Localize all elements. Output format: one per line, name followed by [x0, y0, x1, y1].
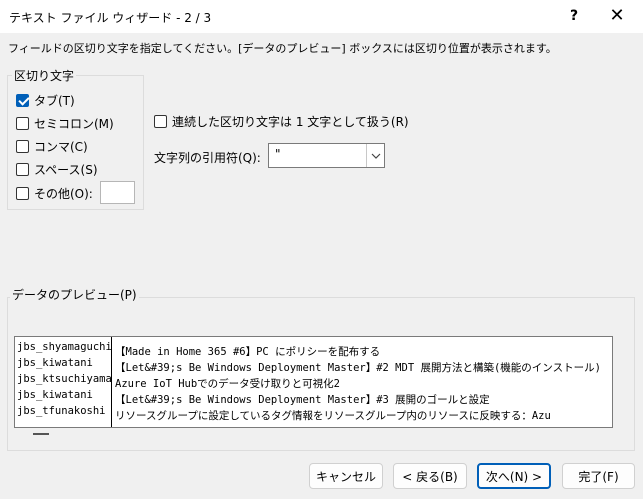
window-title: テキスト ファイル ウィザード - 2 / 3 [9, 11, 212, 25]
preview-cell-title: リソースグループに設定しているタグ情報をリソースグループ内のリソースに反映する：… [115, 410, 551, 422]
other-delimiter-input[interactable] [100, 181, 135, 204]
next-button[interactable]: 次へ(N) > [477, 463, 551, 489]
text-qualifier-value: " [275, 147, 281, 161]
preview-row: jbs_kiwatani 【Let&#39;s Be Windows Deploy… [17, 355, 601, 374]
horizontal-scrollbar-thumb[interactable] [33, 433, 49, 435]
help-button[interactable]: ? [562, 4, 586, 28]
tab-checkbox-label: タブ(T) [34, 93, 75, 108]
comma-checkbox[interactable] [16, 139, 29, 153]
preview-row: jbs_tfunakoshi リソースグループに設定しているタグ情報をリソースグル… [17, 403, 551, 422]
finish-button[interactable]: 完了(F) [562, 463, 635, 489]
preview-group-legend: データのプレビュー(P) [10, 286, 139, 303]
preview-cell-user: jbs_ktsuchiyama [17, 373, 111, 385]
text-qualifier-label: 文字列の引用符(Q): [154, 151, 261, 165]
consecutive-checkbox[interactable] [154, 114, 167, 128]
preview-cell-user: jbs_kiwatani [17, 389, 93, 401]
semicolon-checkbox[interactable] [16, 116, 29, 130]
preview-row: jbs_ktsuchiyama Azure IoT Hubでのデータ受け取りと可視… [17, 371, 340, 390]
consecutive-checkbox-row[interactable]: 連続した区切り文字は 1 文字として扱う(R) [154, 113, 409, 129]
space-checkbox-label: スペース(S) [34, 162, 98, 177]
comma-checkbox-label: コンマ(C) [34, 139, 88, 154]
other-checkbox-label: その他(O): [34, 186, 93, 201]
space-checkbox[interactable] [16, 162, 29, 176]
text-qualifier-dropdown[interactable]: " [268, 143, 385, 168]
tab-checkbox-row[interactable]: タブ(T) [16, 92, 75, 108]
preview-row: jbs_kiwatani 【Let&#39;s Be Windows Deploy… [17, 387, 490, 406]
tab-checkbox[interactable] [16, 93, 29, 107]
comma-checkbox-row[interactable]: コンマ(C) [16, 138, 88, 154]
back-button[interactable]: < 戻る(B) [393, 463, 467, 489]
preview-cell-user: jbs_shyamaguchi [17, 341, 111, 353]
other-checkbox[interactable] [16, 186, 29, 200]
instruction-text: フィールドの区切り文字を指定してください。[データのプレビュー] ボックスには区… [8, 42, 557, 55]
preview-cell-user: jbs_kiwatani [17, 357, 93, 369]
delimiter-group-legend: 区切り文字 [12, 67, 77, 84]
consecutive-checkbox-label: 連続した区切り文字は 1 文字として扱う(R) [172, 114, 409, 129]
semicolon-checkbox-row[interactable]: セミコロン(M) [16, 115, 114, 131]
title-bar: テキスト ファイル ウィザード - 2 / 3 ? ✕ [0, 0, 643, 33]
close-button[interactable]: ✕ [603, 4, 631, 28]
space-checkbox-row[interactable]: スペース(S) [16, 161, 98, 177]
semicolon-checkbox-label: セミコロン(M) [34, 116, 114, 131]
data-preview-box[interactable]: jbs_shyamaguchi 【Made in Home 365 #6】PC に… [14, 336, 613, 428]
other-checkbox-row[interactable]: その他(O): [16, 185, 93, 201]
preview-row: jbs_shyamaguchi 【Made in Home 365 #6】PC に… [17, 339, 380, 358]
preview-cell-user: jbs_tfunakoshi [17, 405, 106, 417]
cancel-button[interactable]: キャンセル [309, 463, 383, 489]
chevron-down-icon[interactable] [366, 144, 384, 167]
